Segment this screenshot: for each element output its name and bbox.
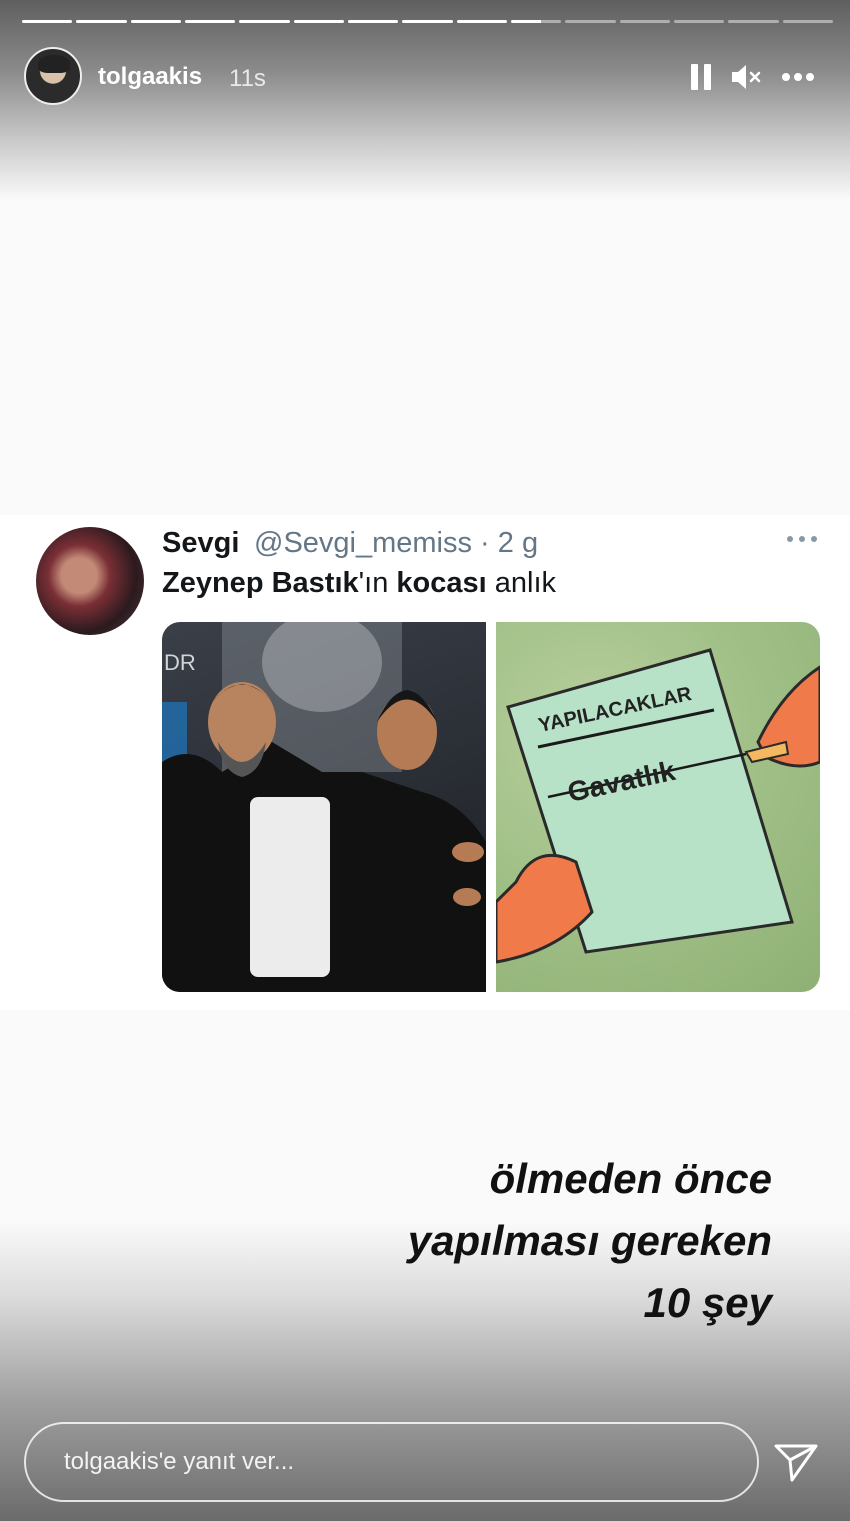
progress-segment xyxy=(619,20,670,23)
mute-icon[interactable] xyxy=(730,62,762,92)
progress-segment xyxy=(239,20,290,23)
tweet-text: Zeynep Bastık'ın kocası anlık xyxy=(162,567,556,600)
tweet-card: Sevgi @Sevgi_memiss · 2 g Zeynep Bastık'… xyxy=(0,515,850,1010)
progress-segment xyxy=(456,20,507,23)
progress-segment xyxy=(782,20,833,23)
profile-avatar[interactable] xyxy=(24,47,82,105)
tweet-text-suffix: 'ın xyxy=(358,567,397,599)
progress-segment xyxy=(673,20,725,23)
progress-segment xyxy=(293,20,344,23)
progress-segment xyxy=(565,20,616,23)
progress-segment xyxy=(184,20,236,23)
progress-segment xyxy=(76,20,127,23)
progress-segment xyxy=(510,20,562,23)
more-icon[interactable] xyxy=(780,67,816,87)
progress-segment xyxy=(130,20,181,23)
reply-placeholder: tolgaakis'e yanıt ver... xyxy=(64,1448,295,1475)
progress-segment xyxy=(728,20,779,23)
tweet-text-end: anlık xyxy=(486,567,557,599)
progress-segment xyxy=(22,20,73,23)
send-icon[interactable] xyxy=(772,1440,820,1484)
progress-segment xyxy=(402,20,453,23)
tweet-text-bold: kocası xyxy=(396,567,487,599)
progress-segment xyxy=(347,20,399,23)
reply-input[interactable]: tolgaakis'e yanıt ver... xyxy=(24,1422,759,1502)
caption-line-2: yapılması gereken xyxy=(407,1217,772,1264)
tweet-text-name: Zeynep Bastık xyxy=(162,567,359,599)
tweet-author-handle-time: @Sevgi_memiss · 2 g xyxy=(254,527,539,559)
story-progress-bar xyxy=(22,20,833,24)
tweet-author-name: Sevgi xyxy=(162,527,240,559)
story-header: tolgaakis 11s xyxy=(24,47,824,107)
username[interactable]: tolgaakis xyxy=(98,63,202,91)
caption-line-3: 10 şey xyxy=(643,1279,772,1326)
story-caption: ölmeden önce yapılması gereken 10 şey xyxy=(408,1148,772,1334)
svg-text:DR: DR xyxy=(164,650,196,675)
caption-line-1: ölmeden önce xyxy=(489,1155,772,1202)
pause-icon[interactable] xyxy=(691,64,711,90)
tweet-photo-two-men: DR xyxy=(162,622,486,992)
story-time: 11s xyxy=(229,65,266,92)
tweet-author-avatar xyxy=(36,527,144,635)
tweet-more-icon xyxy=(787,536,817,542)
tweet-meme-todo-list: YAPILACAKLAR Gavatlık xyxy=(496,622,820,992)
